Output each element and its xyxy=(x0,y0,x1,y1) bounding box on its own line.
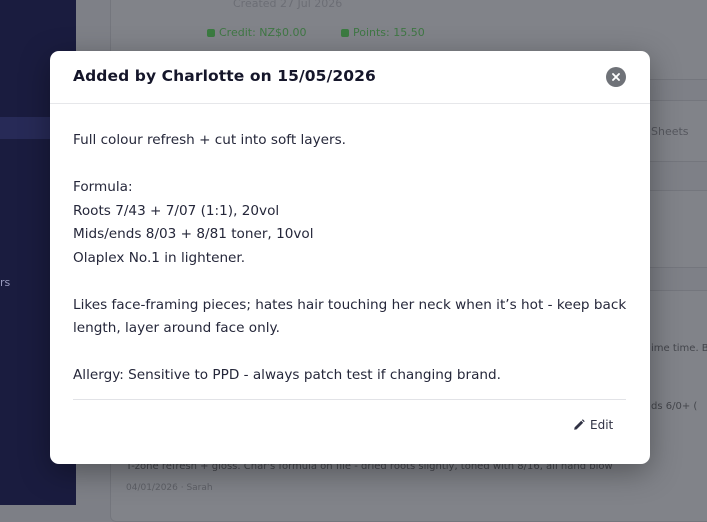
created-date: Created 27 Jul 2026 xyxy=(233,0,343,10)
note-body: Full colour refresh + cut into soft laye… xyxy=(73,129,633,388)
note-line: Olaplex No.1 in lightener. xyxy=(73,249,246,266)
edit-button[interactable]: Edit xyxy=(573,416,613,434)
tab-sheets[interactable]: Sheets xyxy=(651,125,689,138)
note-blank-line xyxy=(73,341,633,365)
note-modal: Added by Charlotte on 15/05/2026 Full co… xyxy=(50,51,650,464)
sidebar-item-label[interactable]: rs xyxy=(0,276,10,289)
edit-label: Edit xyxy=(590,418,614,432)
modal-title: Added by Charlotte on 15/05/2026 xyxy=(73,67,376,85)
note-line: Allergy: Sensitive to PPD - always patch… xyxy=(73,367,501,383)
footer-divider xyxy=(73,399,626,400)
close-button[interactable] xyxy=(606,67,626,87)
note-snippet: ds 6/0+ ( xyxy=(651,401,698,412)
pencil-icon xyxy=(574,419,585,430)
note-blank-line xyxy=(73,270,633,294)
note-line: Formula: xyxy=(73,179,133,195)
credit-badge: Credit: NZ$0.00 xyxy=(207,26,307,39)
note-line: Likes face-framing pieces; hates hair to… xyxy=(73,296,627,337)
points-badge: Points: 15.50 xyxy=(341,26,425,39)
modal-header: Added by Charlotte on 15/05/2026 xyxy=(50,51,650,104)
close-icon xyxy=(612,73,620,81)
note-meta: 04/01/2026 · Sarah xyxy=(126,483,213,493)
note-snippet: ime time. Bi xyxy=(651,343,707,354)
note-line: Roots 7/43 + 7/07 (1:1), 20vol xyxy=(73,202,280,219)
note-line: Full colour refresh + cut into soft laye… xyxy=(73,132,347,148)
note-blank-line xyxy=(73,153,633,177)
note-line: Mids/ends 8/03 + 8/81 toner, 10vol xyxy=(73,226,314,242)
